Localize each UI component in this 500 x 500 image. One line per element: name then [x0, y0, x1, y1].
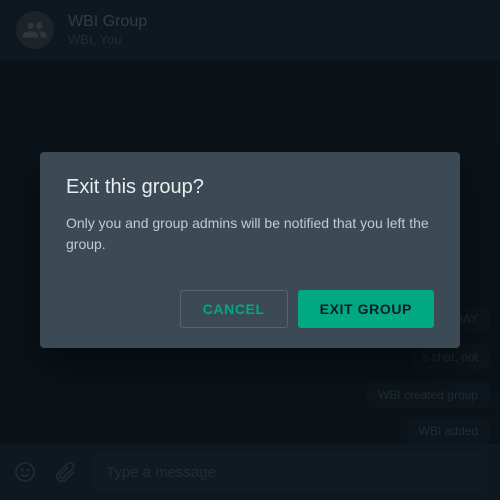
exit-group-dialog: Exit this group? Only you and group admi… — [40, 152, 460, 348]
exit-group-button[interactable]: Exit group — [298, 290, 434, 328]
modal-overlay[interactable]: Exit this group? Only you and group admi… — [0, 0, 500, 500]
dialog-body: Only you and group admins will be notifi… — [66, 213, 434, 254]
dialog-title: Exit this group? — [66, 176, 434, 199]
cancel-button[interactable]: Cancel — [180, 290, 288, 328]
dialog-actions: Cancel Exit group — [66, 290, 434, 328]
